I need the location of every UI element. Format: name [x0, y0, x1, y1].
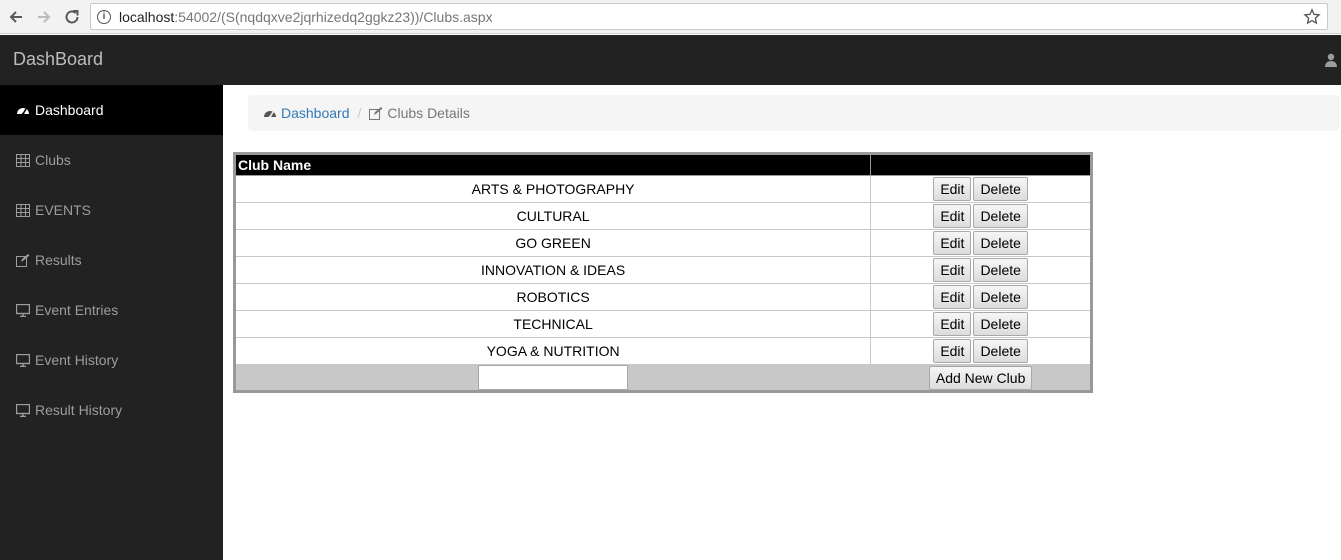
edit-button[interactable]: Edit — [933, 258, 972, 282]
brand-title[interactable]: DashBoard — [13, 49, 103, 70]
actions-cell: Edit Delete — [870, 229, 1092, 257]
delete-button[interactable]: Delete — [973, 339, 1028, 363]
actions-cell: Edit Delete — [870, 202, 1092, 230]
table-row: INNOVATION & IDEAS Edit Delete — [233, 256, 1092, 284]
info-icon[interactable]: i — [97, 9, 111, 24]
delete-button[interactable]: Delete — [973, 177, 1028, 201]
edit-button[interactable]: Edit — [933, 285, 972, 309]
new-club-cell — [233, 364, 872, 392]
arrow-right-icon — [38, 11, 51, 23]
club-name-cell: GO GREEN — [233, 229, 872, 257]
actions-cell: Edit Delete — [870, 283, 1092, 311]
club-name-cell: YOGA & NUTRITION — [233, 337, 872, 365]
breadcrumb: Dashboard / Clubs Details — [248, 95, 1339, 131]
edit-button[interactable]: Edit — [933, 204, 972, 228]
back-button[interactable] — [4, 5, 28, 29]
sidebar-item-label: Clubs — [35, 152, 71, 168]
desktop-icon — [15, 303, 31, 317]
desktop-icon — [15, 353, 31, 367]
table-icon — [15, 203, 31, 217]
delete-button[interactable]: Delete — [973, 204, 1028, 228]
sidebar-item-label: Event Entries — [35, 302, 119, 318]
add-new-club-button[interactable]: Add New Club — [928, 365, 1033, 390]
clubs-table: Club Name ARTS & PHOTOGRAPHY Edit Delete CU… — [233, 152, 1093, 393]
edit-button[interactable]: Edit — [933, 339, 972, 363]
breadcrumb-current-label: Clubs Details — [387, 105, 470, 121]
edit-button[interactable]: Edit — [933, 177, 972, 201]
table-row: ARTS & PHOTOGRAPHY Edit Delete — [233, 175, 1092, 203]
sidebar-item-label: EVENTS — [35, 202, 92, 218]
add-club-cell: Add New Club — [870, 364, 1092, 392]
club-name-cell: TECHNICAL — [233, 310, 872, 338]
edit-button[interactable]: Edit — [933, 312, 972, 336]
sidebar-item-label: Dashboard — [35, 102, 104, 118]
breadcrumb-current: Clubs Details — [369, 105, 470, 121]
column-header-actions — [870, 153, 1092, 176]
delete-button[interactable]: Delete — [973, 231, 1028, 255]
reload-button[interactable] — [60, 5, 84, 29]
column-header-club-name: Club Name — [233, 153, 872, 176]
edit-icon — [369, 106, 383, 120]
breadcrumb-separator: / — [357, 105, 362, 121]
edit-icon — [15, 253, 31, 267]
table-row: GO GREEN Edit Delete — [233, 229, 1092, 257]
actions-cell: Edit Delete — [870, 337, 1092, 365]
club-name-cell: INNOVATION & IDEAS — [233, 256, 872, 284]
sidebar: Dashboard Clubs EVENTS Results Event Ent… — [0, 85, 223, 560]
bookmark-star-icon[interactable] — [1303, 8, 1321, 26]
table-header-row: Club Name — [233, 153, 1092, 176]
url-text: localhost:54002/(S(nqdqxve2jqrhizedq2ggk… — [119, 8, 493, 25]
reload-icon — [65, 10, 79, 24]
sidebar-item-dashboard[interactable]: Dashboard — [0, 85, 223, 135]
address-bar[interactable]: i localhost:54002/(S(nqdqxve2jqrhizedq2g… — [90, 3, 1328, 30]
table-icon — [15, 153, 31, 167]
table-row: YOGA & NUTRITION Edit Delete — [233, 337, 1092, 365]
browser-toolbar: i localhost:54002/(S(nqdqxve2jqrhizedq2g… — [0, 0, 1341, 34]
dashboard-icon — [15, 103, 31, 117]
desktop-icon — [15, 403, 31, 417]
delete-button[interactable]: Delete — [973, 285, 1028, 309]
delete-button[interactable]: Delete — [973, 258, 1028, 282]
top-navbar: DashBoard — [0, 35, 1341, 85]
club-name-cell: ROBOTICS — [233, 283, 872, 311]
actions-cell: Edit Delete — [870, 175, 1092, 203]
sidebar-item-label: Event History — [35, 352, 119, 368]
delete-button[interactable]: Delete — [973, 312, 1028, 336]
forward-button[interactable] — [32, 5, 56, 29]
table-row: TECHNICAL Edit Delete — [233, 310, 1092, 338]
sidebar-item-events[interactable]: EVENTS — [0, 185, 223, 235]
sidebar-item-clubs[interactable]: Clubs — [0, 135, 223, 185]
edit-button[interactable]: Edit — [933, 231, 972, 255]
club-name-cell: CULTURAL — [233, 202, 872, 230]
sidebar-item-label: Results — [35, 252, 82, 268]
dashboard-icon — [264, 110, 276, 118]
user-icon[interactable] — [1325, 53, 1337, 67]
table-row: ROBOTICS Edit Delete — [233, 283, 1092, 311]
actions-cell: Edit Delete — [870, 256, 1092, 284]
breadcrumb-home-label: Dashboard — [281, 105, 350, 121]
breadcrumb-home-link[interactable]: Dashboard — [263, 105, 350, 121]
sidebar-item-event-history[interactable]: Event History — [0, 335, 223, 385]
actions-cell: Edit Delete — [870, 310, 1092, 338]
add-club-row: Add New Club — [233, 364, 1092, 392]
new-club-name-input[interactable] — [478, 365, 629, 390]
sidebar-item-result-history[interactable]: Result History — [0, 385, 223, 435]
sidebar-item-label: Result History — [35, 402, 123, 418]
sidebar-item-event-entries[interactable]: Event Entries — [0, 285, 223, 335]
sidebar-item-results[interactable]: Results — [0, 235, 223, 285]
table-row: CULTURAL Edit Delete — [233, 202, 1092, 230]
arrow-left-icon — [9, 11, 22, 23]
club-name-cell: ARTS & PHOTOGRAPHY — [233, 175, 872, 203]
